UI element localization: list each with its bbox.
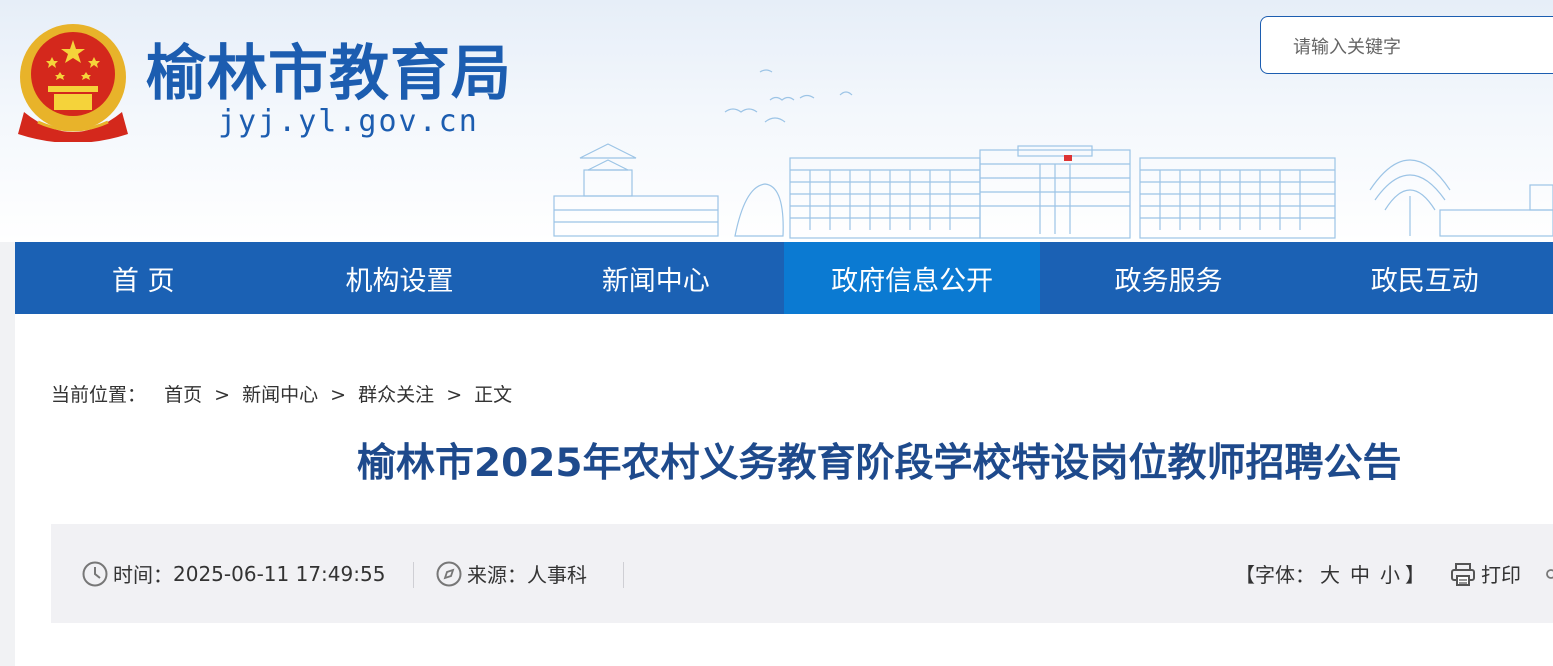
breadcrumb-item-public-concern[interactable]: 群众关注 [358, 384, 434, 406]
font-size-close: 】 [1405, 563, 1425, 587]
font-size-label: 【字体： [1235, 563, 1315, 587]
source-value: 人事科 [527, 563, 587, 587]
main-nav: 首 页 机构设置 新闻中心 政府信息公开 政务服务 政民互动 [15, 242, 1553, 314]
time-value: 2025-06-11 17:49:55 [173, 561, 386, 586]
font-size-medium-button[interactable]: 中 [1350, 559, 1370, 588]
breadcrumb-separator: > [446, 384, 463, 406]
search-box [1260, 16, 1553, 74]
breadcrumb-item-home[interactable]: 首页 [164, 384, 202, 406]
publish-time: 时间： 2025-06-11 17:49:55 [81, 524, 385, 623]
breadcrumb: 当前位置： 首页 > 新闻中心 > 群众关注 > 正文 [51, 380, 512, 407]
article-title: 榆林市2025年农村义务教育阶段学校特设岗位教师招聘公告 [357, 441, 1402, 486]
site-title: 榆林市教育局 [146, 39, 512, 109]
print-label: 打印 [1481, 563, 1521, 587]
national-emblem-icon [18, 24, 128, 142]
nav-item-gov-info-disclosure[interactable]: 政府信息公开 [783, 242, 1041, 314]
clock-icon [82, 561, 108, 586]
printer-icon [1451, 562, 1475, 586]
meta-divider [623, 562, 624, 588]
nav-item-home[interactable]: 首 页 [15, 242, 271, 314]
font-size-large-button[interactable]: 大 [1320, 559, 1340, 588]
breadcrumb-item-current: 正文 [474, 384, 513, 406]
breadcrumb-separator: > [330, 384, 347, 406]
city-skyline-illustration [553, 69, 1553, 239]
nav-item-gov-services[interactable]: 政务服务 [1040, 242, 1296, 314]
main-content: 当前位置： 首页 > 新闻中心 > 群众关注 > 正文 榆林市2025年农村义务… [15, 314, 1553, 666]
nav-item-news-center[interactable]: 新闻中心 [528, 242, 784, 314]
site-domain: jyj.yl.gov.cn [218, 104, 479, 139]
breadcrumb-separator: > [214, 384, 231, 406]
search-input[interactable] [1291, 33, 1545, 61]
share-icon [1546, 568, 1553, 579]
breadcrumb-item-news-center[interactable]: 新闻中心 [242, 384, 318, 406]
font-size-small-button[interactable]: 小 [1380, 559, 1400, 588]
share-icon-partial[interactable] [1543, 524, 1553, 623]
nav-item-organization[interactable]: 机构设置 [271, 242, 527, 314]
time-label: 时间： [113, 563, 173, 587]
breadcrumb-label: 当前位置： [51, 384, 147, 406]
print-button[interactable]: 打印 [1449, 524, 1521, 623]
nav-item-public-interaction[interactable]: 政民互动 [1297, 242, 1553, 314]
font-size-controls: 【字体： 大 中 小 】 [1235, 524, 1425, 623]
article-meta-bar: 时间： 2025-06-11 17:49:55 来源： 人事科 【字体： 大 中… [51, 524, 1553, 623]
source-label: 来源： [467, 563, 527, 587]
article-source: 来源： 人事科 [435, 524, 587, 623]
meta-divider [413, 562, 414, 588]
compass-icon [436, 561, 462, 586]
site-header: 榆林市教育局 jyj.yl.gov.cn [0, 0, 1553, 242]
